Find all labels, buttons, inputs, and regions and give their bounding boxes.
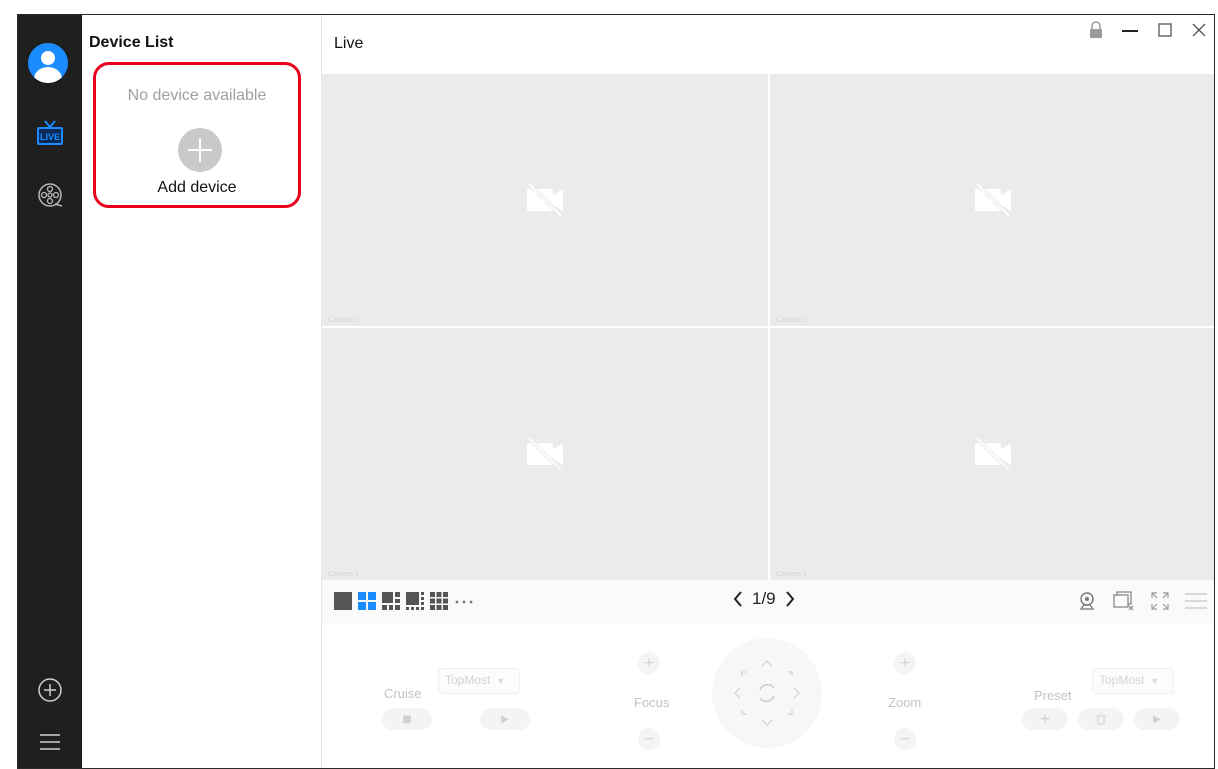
layout-selector — [334, 592, 474, 610]
maximize-icon[interactable] — [1156, 21, 1174, 39]
preset-go-button[interactable]: ▶ — [1134, 708, 1180, 730]
live-toolbar: 1/9 — [322, 580, 1214, 624]
camera-off-icon — [975, 436, 1011, 472]
chevron-left-icon[interactable] — [732, 590, 744, 608]
camera-off-icon — [975, 182, 1011, 218]
cruise-stop-button[interactable]: ■ — [382, 708, 432, 730]
webcam-icon[interactable] — [1076, 590, 1098, 612]
device-list-panel: Device List No device available Add devi… — [82, 15, 322, 768]
dropdown-arrow-icon: ▼ — [493, 676, 506, 686]
zoom-label: Zoom — [888, 695, 922, 710]
add-circle-icon — [38, 678, 62, 702]
camera-tile[interactable]: Camera 2 — [770, 74, 1214, 326]
dropdown-arrow-icon: ▼ — [1147, 676, 1160, 686]
layout-1-icon[interactable] — [334, 592, 352, 610]
window-controls — [1088, 21, 1208, 39]
page-title: Live — [334, 35, 364, 52]
empty-state-text: No device available — [127, 87, 267, 104]
lock-icon[interactable] — [1088, 21, 1104, 39]
cruise-select[interactable]: TopMost ▼ — [438, 668, 520, 694]
ptz-controls: Cruise TopMost ▼ ■ ▶ + Focus − + Zoom − … — [322, 624, 1214, 768]
camera-tile[interactable]: Camera 4 — [770, 328, 1214, 580]
camera-off-icon — [527, 182, 563, 218]
close-icon[interactable] — [1190, 21, 1208, 39]
focus-minus-button[interactable]: − — [638, 728, 660, 750]
focus-label: Focus — [634, 695, 670, 710]
camera-grid: Camera 1 Camera 2 Camera 3 Camera 4 — [322, 74, 1214, 580]
more-layouts-icon[interactable] — [454, 592, 474, 610]
film-reel-icon — [38, 183, 63, 207]
camera-label: Camera 4 — [776, 571, 807, 578]
minimize-icon[interactable] — [1120, 21, 1140, 39]
add-device-highlight: No device available Add device — [93, 62, 301, 208]
preset-delete-button[interactable] — [1078, 708, 1124, 730]
pager: 1/9 — [732, 589, 796, 609]
preset-select-value: TopMost — [1099, 673, 1145, 687]
layout-6-icon[interactable] — [382, 592, 400, 610]
nav-playback[interactable] — [18, 179, 82, 211]
camera-off-icon — [527, 436, 563, 472]
cruise-label: Cruise — [384, 686, 422, 701]
camera-tile[interactable]: Camera 3 — [322, 328, 768, 580]
app-window: LIVE Device List No device available Add… — [17, 14, 1215, 769]
nav-live[interactable]: LIVE — [18, 117, 82, 149]
zoom-plus-button[interactable]: + — [894, 652, 916, 674]
camera-label: Camera 2 — [776, 317, 807, 324]
add-button[interactable] — [18, 675, 82, 705]
cruise-select-value: TopMost — [445, 673, 491, 687]
layout-8-icon[interactable] — [406, 592, 424, 610]
view-tools — [1076, 590, 1208, 612]
hamburger-menu-icon[interactable] — [1184, 591, 1208, 611]
camera-tile[interactable]: Camera 1 — [322, 74, 768, 326]
trash-icon — [1096, 713, 1106, 725]
live-view: Live Camera 1 Camera 2 Camera 3 Camera 4… — [322, 15, 1214, 768]
close-all-windows-icon[interactable] — [1112, 590, 1136, 612]
user-avatar[interactable] — [28, 43, 68, 83]
cruise-play-button[interactable]: ▶ — [480, 708, 530, 730]
left-navigation-rail: LIVE — [18, 15, 82, 768]
fullscreen-icon[interactable] — [1150, 591, 1170, 611]
svg-text:LIVE: LIVE — [40, 132, 60, 142]
menu-button[interactable] — [18, 727, 82, 757]
layout-4-icon[interactable] — [358, 592, 376, 610]
page-indicator: 1/9 — [752, 589, 776, 608]
add-device-button[interactable]: Add device — [96, 179, 298, 197]
layout-9-icon[interactable] — [430, 592, 448, 610]
zoom-minus-button[interactable]: − — [894, 728, 916, 750]
preset-select[interactable]: TopMost ▼ — [1092, 668, 1174, 694]
camera-label: Camera 3 — [328, 571, 359, 578]
camera-label: Camera 1 — [328, 317, 359, 324]
live-tv-icon: LIVE — [37, 120, 63, 145]
preset-label: Preset — [1034, 688, 1072, 703]
device-list-title: Device List — [89, 34, 174, 51]
preset-add-button[interactable]: + — [1022, 708, 1068, 730]
chevron-right-icon[interactable] — [784, 590, 796, 608]
focus-plus-button[interactable]: + — [638, 652, 660, 674]
menu-icon — [40, 734, 60, 750]
add-device-icon[interactable] — [178, 128, 222, 172]
ptz-direction-pad[interactable] — [712, 638, 822, 748]
direction-arrows-icon — [734, 660, 800, 726]
